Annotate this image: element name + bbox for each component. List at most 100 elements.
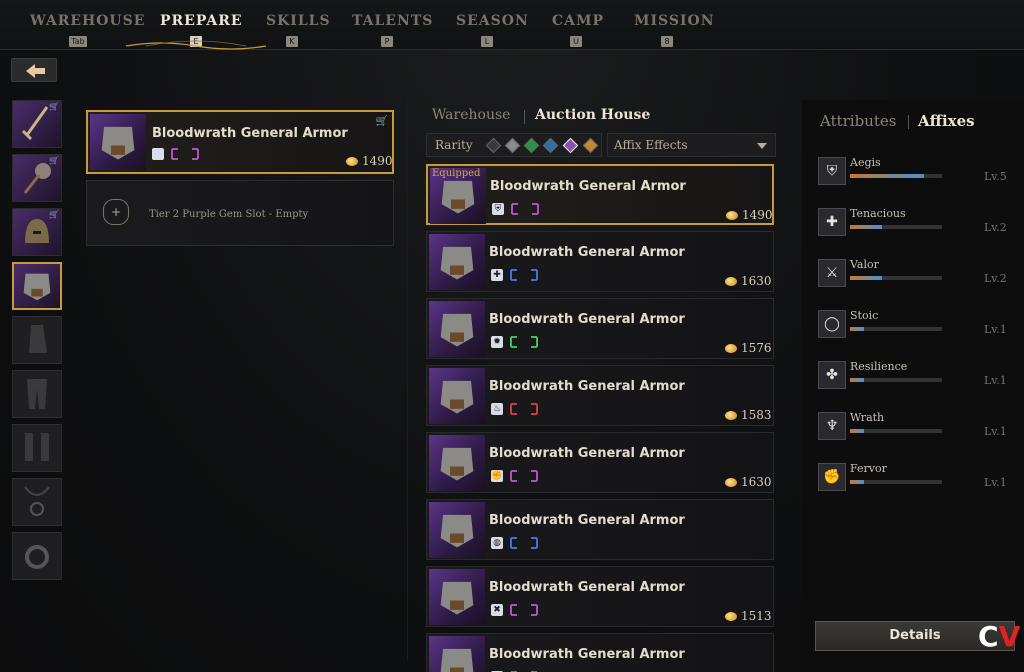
nav-tab-talents[interactable]: TALENTS P [352, 13, 432, 48]
affix-valor-icon: ⚔ [818, 259, 846, 287]
affix-effects-dropdown[interactable]: Affix Effects [607, 133, 776, 157]
affix-name: Tenacious [850, 207, 906, 220]
item-price: 1583 [725, 408, 772, 422]
gem-slot-card[interactable]: + Tier 2 Purple Gem Slot - Empty [86, 180, 394, 246]
hotkey-badge: P [381, 36, 393, 47]
slot-offhand[interactable]: 🛒 [12, 154, 62, 202]
nav-tab-camp[interactable]: CAMP U [552, 13, 605, 48]
slot-weapon[interactable]: 🛒 [12, 100, 62, 148]
affix-progress-bar [850, 429, 942, 433]
nav-label: CAMP [552, 13, 605, 29]
affix-row-aegis[interactable]: ⛨ Aegis Lv.5 [816, 154, 1024, 194]
affix-progress-fill [850, 276, 883, 280]
nav-label: SKILLS [266, 13, 331, 29]
item-price: 1490 [726, 208, 773, 222]
watermark-letter: V [998, 620, 1021, 653]
market-row[interactable]: Bloodwrath General Armor ◍ [426, 499, 774, 560]
gloves-icon [29, 325, 47, 353]
item-name: Bloodwrath General Armor [489, 245, 685, 260]
market-row[interactable]: Bloodwrath General Armor⛨ [426, 633, 774, 672]
item-name: Bloodwrath General Armor [489, 379, 685, 394]
affix-progress-fill [850, 327, 864, 331]
affix-row-stoic[interactable]: ◯ Stoic Lv.1 [816, 307, 1024, 347]
rarity-orange-icon[interactable] [582, 137, 599, 154]
affix-row-tenacious[interactable]: ✚ Tenacious Lv.2 [816, 205, 1024, 245]
slot-legs[interactable] [12, 370, 62, 418]
item-thumbnail [429, 435, 485, 491]
slot-helmet[interactable]: 🛒 [12, 208, 62, 256]
slot-chest[interactable] [12, 262, 62, 310]
back-button[interactable] [11, 58, 57, 82]
slot-boots[interactable] [12, 424, 62, 472]
tab-warehouse[interactable]: Warehouse [432, 107, 510, 123]
chest-armor-icon [440, 581, 474, 615]
rarity-label: Rarity [435, 138, 473, 152]
affix-resilience-icon: ✤ [818, 361, 846, 389]
gear-icon: ✹ [491, 336, 503, 348]
slot-gloves[interactable] [12, 316, 62, 364]
market-row[interactable]: Bloodwrath General Armor ✚ 1630 [426, 231, 774, 292]
nav-tab-warehouse[interactable]: WAREHOUSE Tab [30, 13, 144, 48]
affix-progress-bar [850, 276, 942, 280]
coin-icon [346, 157, 358, 166]
market-row[interactable]: Bloodwrath General Armor ♨ 1583 [426, 365, 774, 426]
item-price: 1576 [725, 341, 772, 355]
flame-icon: ♨ [491, 403, 503, 415]
slot-amulet[interactable] [12, 478, 62, 526]
tab-auction-house[interactable]: Auction House [535, 107, 650, 123]
coin-icon [725, 277, 737, 286]
equipped-tag: Equipped [432, 168, 481, 179]
item-thumbnail [429, 234, 485, 290]
slot-ring[interactable] [12, 532, 62, 580]
item-name: Bloodwrath General Armor [489, 513, 685, 528]
price-value: 1630 [741, 274, 772, 288]
gem-socket-icon [510, 537, 538, 549]
affix-progress-fill [850, 225, 883, 229]
tab-separator [908, 115, 909, 129]
affix-row-resilience[interactable]: ✤ Resilience Lv.1 [816, 358, 1024, 398]
tab-affixes[interactable]: Affixes [918, 112, 975, 130]
nav-label: SEASON [456, 13, 529, 29]
item-thumbnail [90, 114, 146, 170]
rarity-purple-icon[interactable] [562, 137, 579, 154]
item-thumbnail [429, 301, 485, 357]
affix-row-fervor[interactable]: ✊ Fervor Lv.1 [816, 460, 1024, 500]
affix-row-valor[interactable]: ⚔ Valor Lv.2 [816, 256, 1024, 296]
affix-level: Lv.2 [984, 272, 1007, 285]
tab-attributes[interactable]: Attributes [820, 112, 896, 130]
coin-icon [725, 411, 737, 420]
cart-icon: 🛒 [49, 156, 59, 165]
market-row[interactable]: Bloodwrath General Armor ✊ 1630 [426, 432, 774, 493]
market-row[interactable]: Equipped Bloodwrath General Armor ⛨ 1490 [426, 164, 774, 225]
rarity-green-icon[interactable] [523, 137, 540, 154]
gem-slot-text: Tier 2 Purple Gem Slot - Empty [149, 209, 309, 220]
item-name: Bloodwrath General Armor [490, 179, 686, 194]
item-price: 1630 [725, 475, 772, 489]
market-row[interactable]: Bloodwrath General Armor ✖ 1513 [426, 566, 774, 627]
watermark-letter: C [978, 620, 999, 653]
coin-icon [726, 211, 738, 220]
hotkey-badge: L [481, 36, 493, 47]
nav-tab-mission[interactable]: MISSION 8 [634, 13, 714, 48]
chest-armor-icon [440, 648, 474, 672]
affix-row-wrath[interactable]: ♆ Wrath Lv.1 [816, 409, 1024, 449]
item-thumbnail [429, 569, 485, 625]
market-row[interactable]: Bloodwrath General Armor ✹ 1576 [426, 298, 774, 359]
cart-icon: 🛒 [49, 210, 59, 219]
gem-socket-icon [171, 148, 199, 160]
rarity-gray-icon[interactable] [485, 137, 502, 154]
item-name: Bloodwrath General Armor [489, 312, 685, 327]
affix-stoic-icon: ◯ [818, 310, 846, 338]
price-value: 1630 [741, 475, 772, 489]
rarity-blue-icon[interactable] [542, 137, 559, 154]
nav-tab-skills[interactable]: SKILLS K [266, 13, 331, 48]
hotkey-badge: 8 [661, 36, 673, 47]
rarity-white-icon[interactable] [504, 137, 521, 154]
item-price: 1490 [346, 154, 393, 168]
affix-panel: Attributes Affixes ⛨ Aegis Lv.5 ✚ Tenacious L… [802, 100, 1024, 672]
selected-item-card[interactable]: Bloodwrath General Armor 🛒 1490 [86, 110, 394, 174]
nav-tab-season[interactable]: SEASON L [456, 13, 529, 48]
affix-name: Fervor [850, 462, 887, 475]
cart-icon: 🛒 [375, 116, 388, 127]
affix-progress-fill [850, 174, 924, 178]
